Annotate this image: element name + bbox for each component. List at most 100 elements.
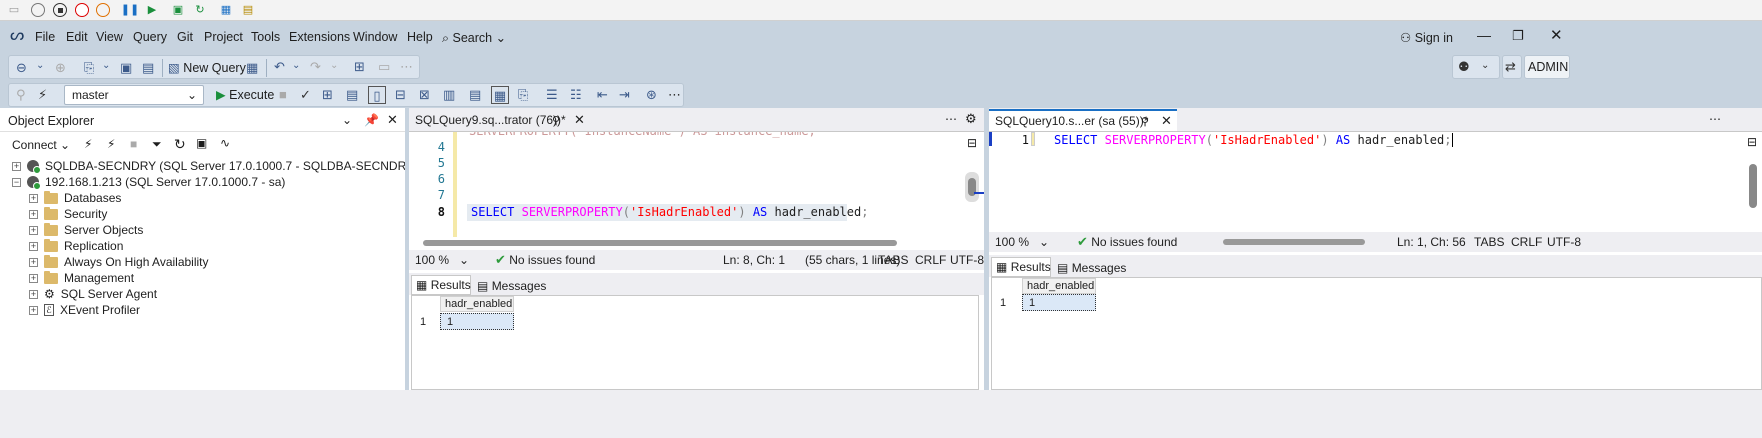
more-icon[interactable]: ⋯ [668,88,681,101]
refresh-icon[interactable]: ↻ [192,2,208,18]
tree-node-always-on[interactable]: + Always On High Availability [29,254,209,270]
save-all-icon[interactable]: ▤ [142,61,154,74]
tree-node-management[interactable]: + Management [29,270,134,286]
pin-icon[interactable]: ⚲ [552,114,560,127]
issues-indicator[interactable]: ✔ No issues found [1077,234,1177,250]
results-tab[interactable]: ▦ Results [411,275,471,295]
results-grid-icon[interactable]: ▦ [491,86,509,104]
parse-icon[interactable]: ✓ [300,88,311,101]
messages-tab[interactable]: ▤ Messages [1053,258,1126,278]
horizontal-scroll-thumb[interactable] [1223,239,1365,245]
grid-cell[interactable]: 1 [1022,294,1096,311]
row-number[interactable]: 1 [1000,297,1006,309]
column-header[interactable]: hadr_enabled [440,296,514,312]
menu-git[interactable]: Git [177,30,193,44]
more-icon[interactable]: ⋯ [400,60,413,73]
issues-indicator[interactable]: ✔ No issues found [495,252,595,268]
client-stats-icon[interactable]: ▥ [443,88,455,101]
undo-icon[interactable]: ↶ [274,60,285,73]
restore-icon[interactable]: ❐ [1512,28,1524,44]
close-icon[interactable]: ✕ [1550,26,1563,44]
menu-help[interactable]: Help [407,30,433,44]
connect-icon[interactable]: ⚡ [84,137,92,151]
expand-icon[interactable]: + [29,305,38,315]
right-code-editor[interactable]: 1 SELECT SERVERPROPERTY('IsHadrEnabled')… [989,132,1762,232]
chevron-down-icon[interactable]: ⌄ [102,61,110,71]
include-plan-icon[interactable]: ⊟ [395,88,406,101]
comment-icon[interactable]: ☰ [546,88,558,101]
connect-icon[interactable]: ⚡ [38,88,47,101]
pause-icon[interactable]: ❚❚ [121,2,139,18]
tab-sqlquery10[interactable]: SQLQuery10.s...er (sa (55))* ⚲ ✕ [989,109,1177,131]
tree-node-security[interactable]: + Security [29,206,107,222]
activity-icon[interactable]: ∿ [220,136,230,150]
horizontal-scroll-thumb[interactable] [423,240,897,246]
menu-query[interactable]: Query [133,30,167,44]
pin-icon[interactable]: ⚲ [16,88,26,101]
row-number[interactable]: 1 [420,316,426,328]
new-file-icon[interactable]: ⎘ [84,61,94,74]
connect-dropdown[interactable]: Connect ⌄ [12,138,70,152]
expand-icon[interactable]: + [29,209,38,219]
chevron-down-icon[interactable]: ⌄ [330,61,338,71]
expand-icon[interactable]: + [12,161,21,171]
line-ending[interactable]: CRLF [1511,235,1542,249]
filter-icon[interactable]: ⏷ [152,137,162,152]
execute-button[interactable]: ▶ Execute [216,87,274,102]
stop-red-icon[interactable] [74,2,90,18]
cancel-query-icon[interactable]: ■ [279,88,287,101]
tree-node-sql-server-agent[interactable]: + ⚙ SQL Server Agent [29,286,157,302]
tree-server-primary[interactable]: − 192.168.1.213 (SQL Server 17.0.1000.7 -… [12,174,285,190]
sign-in-button[interactable]: ⚇ Sign in [1400,30,1453,45]
query-file-icon[interactable]: ▦ [246,61,258,74]
activity-monitor-icon[interactable]: ⊞ [354,60,365,73]
minimize-icon[interactable]: — [1477,27,1491,43]
indent-mode[interactable]: TABS [878,253,908,267]
chevron-down-icon[interactable]: ⌄ [292,61,300,71]
estimated-plan-icon[interactable]: ⊞ [322,88,333,101]
expand-icon[interactable]: + [29,193,38,203]
monitor-icon[interactable]: ▦ [218,2,234,18]
save-icon[interactable]: ▣ [170,2,186,18]
expand-icon[interactable]: + [29,241,38,251]
outdent-icon[interactable]: ⇤ [597,88,608,101]
files-icon[interactable]: ▤ [240,2,256,18]
save-icon[interactable]: ▣ [120,61,132,74]
copilot-icon[interactable]: ⚉ [1458,60,1470,73]
expand-icon[interactable]: + [29,225,38,235]
tree-node-server-objects[interactable]: + Server Objects [29,222,143,238]
expand-icon[interactable]: + [29,289,38,299]
summary-icon[interactable]: ▣ [196,136,207,150]
messages-tab[interactable]: ▤ Messages [473,276,546,296]
indent-icon[interactable]: ⇥ [619,88,630,101]
refresh-icon[interactable]: ↻ [174,136,186,153]
database-select[interactable]: master ⌄ [64,85,204,105]
redo-icon[interactable]: ↷ [310,60,321,73]
chevron-down-icon[interactable]: ⌄ [342,113,352,127]
properties-icon[interactable]: ▭ [378,60,390,73]
close-icon[interactable]: ✕ [1161,113,1172,129]
live-stats-icon[interactable]: ⊠ [419,88,430,101]
intellisense-icon[interactable]: ▯ [368,86,386,104]
close-icon[interactable]: ✕ [387,112,398,128]
stop-icon[interactable] [52,2,68,18]
pin-icon[interactable]: 📌 [364,113,379,127]
new-query-button[interactable]: ▧ New Query [168,60,246,75]
tab-sqlquery9[interactable]: SQLQuery9.sq...trator (76))* ⚲ ✕ [409,109,594,131]
collapse-icon[interactable]: − [12,177,21,187]
tree-node-xevent-profiler[interactable]: + ℰ XEvent Profiler [29,302,140,318]
left-code-editor[interactable]: SERVERPROPERTY('InstanceName') AS instan… [409,132,984,237]
gear-icon[interactable]: ⚙ [965,111,977,127]
record-icon[interactable] [30,2,46,18]
expand-icon[interactable]: + [29,257,38,267]
chevron-down-icon[interactable]: ⌄ [1481,61,1489,71]
encoding[interactable]: UTF-8 [950,253,984,267]
menu-file[interactable]: File [35,30,55,44]
menu-extensions[interactable]: Extensions [289,30,350,44]
menu-edit[interactable]: Edit [66,30,88,44]
expand-icon[interactable]: + [29,273,38,283]
encoding[interactable]: UTF-8 [1547,235,1581,249]
column-header[interactable]: hadr_enabled [1022,278,1096,294]
search-menu[interactable]: ⌕ Search ⌄ [442,30,506,46]
back-icon[interactable]: ⊖ [16,61,27,74]
